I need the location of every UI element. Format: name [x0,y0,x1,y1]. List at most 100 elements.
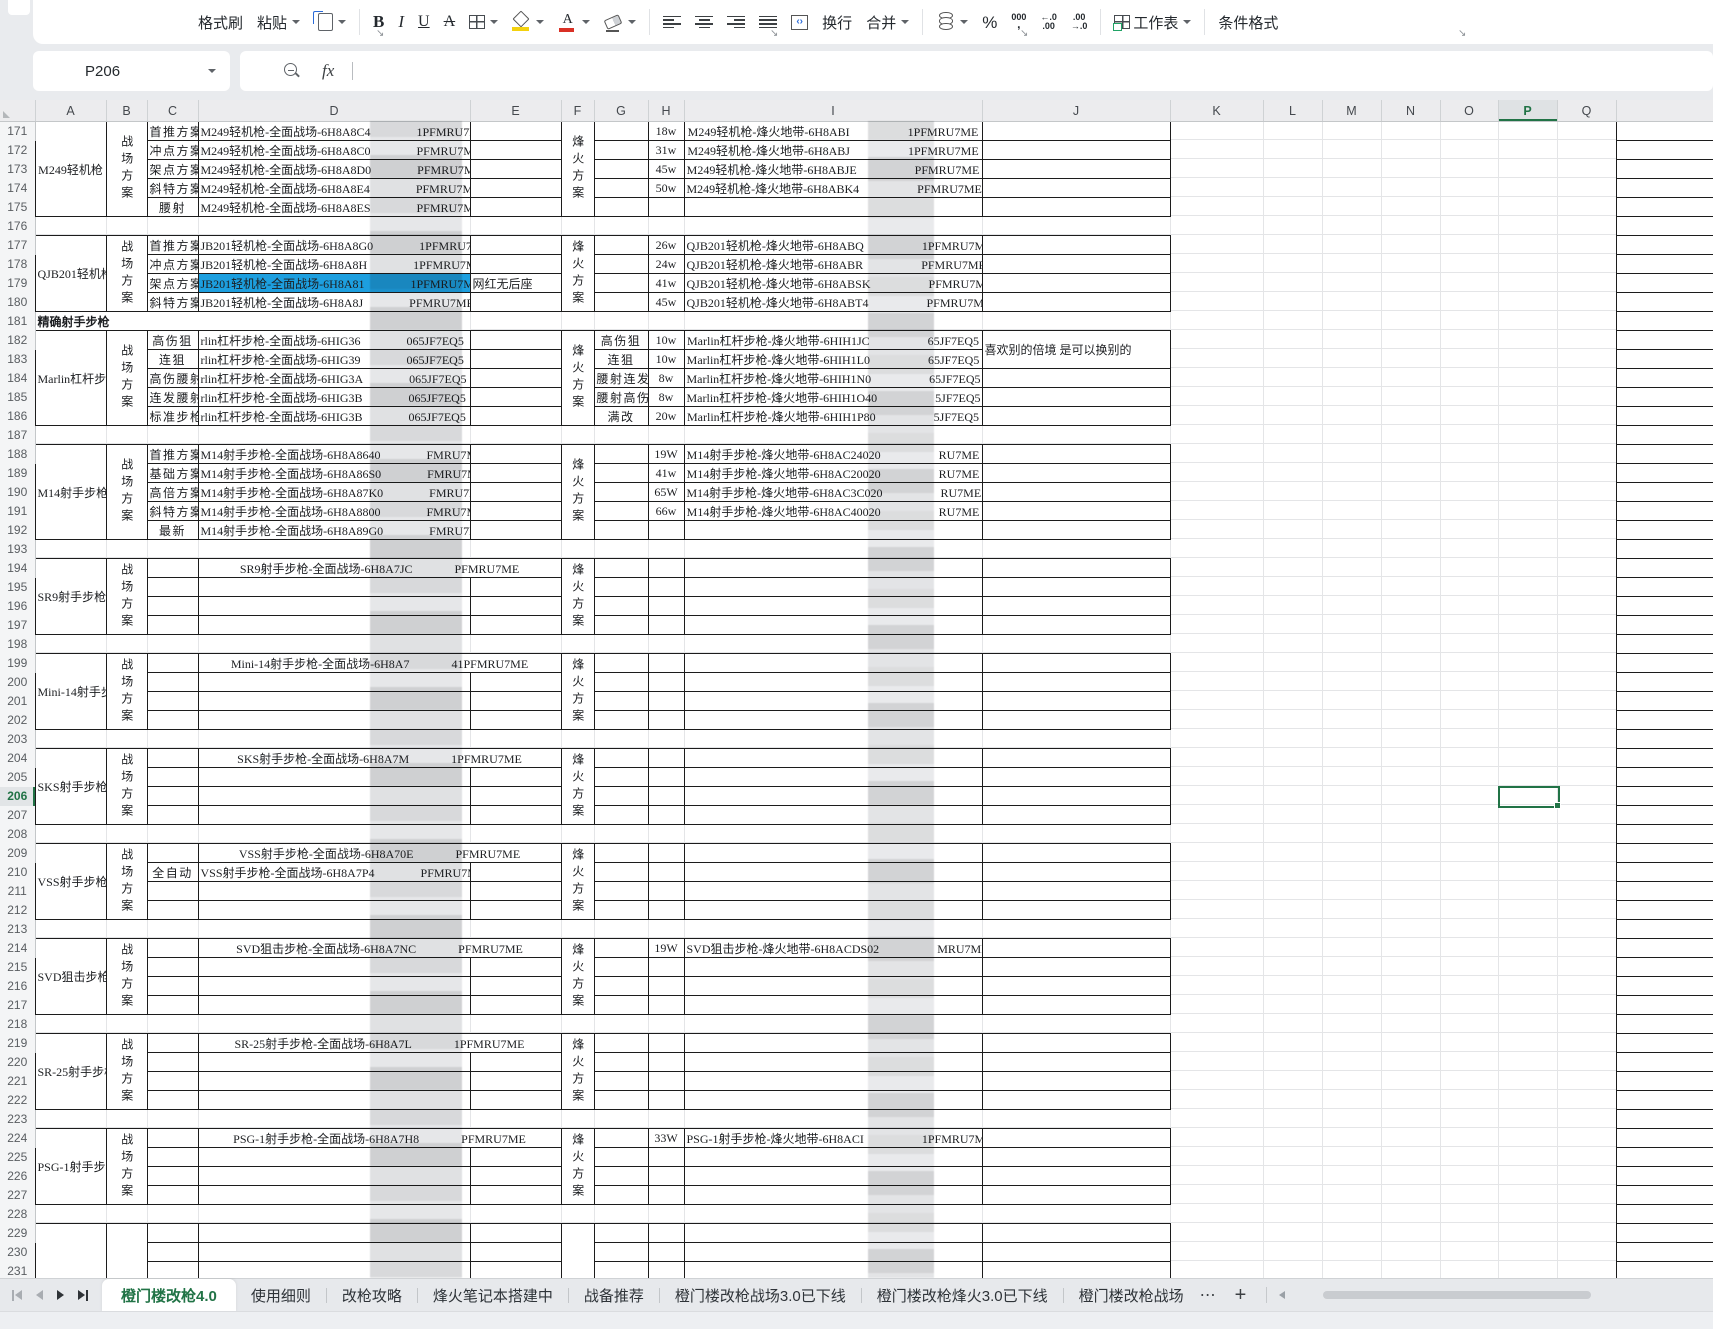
grid-cell[interactable] [593,1242,649,1262]
row-header-219[interactable]: 219 [0,1033,36,1053]
row-header-209[interactable]: 209 [0,843,36,863]
grid-cell[interactable] [147,920,198,939]
grid-cell[interactable] [593,1052,649,1072]
grid-cell[interactable] [470,825,561,844]
grid-cell[interactable] [683,1242,983,1262]
grid-cell[interactable] [1615,273,1713,293]
grid-cell[interactable] [1322,179,1381,198]
grid-cell[interactable] [1557,559,1616,578]
grid-cell[interactable]: 冲点方案 [146,254,199,274]
grid-cell[interactable] [981,596,1171,616]
grid-cell[interactable] [1381,616,1440,635]
grid-cell[interactable]: JB201轻机枪-全面战场-6H8A8G01PFMRU7ME [197,235,471,255]
grid-cell[interactable] [1322,692,1381,711]
grid-cell[interactable] [1263,977,1322,996]
grid-cell[interactable] [35,920,106,939]
grid-cell[interactable] [1381,388,1440,407]
align-center-button[interactable] [688,5,720,39]
grid-cell[interactable] [1557,673,1616,692]
grid-cell[interactable] [593,577,649,597]
grid-cell[interactable] [1263,901,1322,920]
grid-cell[interactable]: 烽火方案 [560,235,595,312]
grid-cell[interactable] [1170,521,1263,540]
grid-cell[interactable] [981,387,1171,407]
sheet-tab-8[interactable]: 橙门楼改枪战场 [1064,1279,1190,1312]
grid-cell[interactable] [1557,749,1616,768]
grid-cell[interactable] [593,463,649,483]
row-header-198[interactable]: 198 [0,634,36,654]
grid-cell[interactable] [1498,920,1557,939]
grid-cell[interactable] [1322,1148,1381,1167]
grid-cell[interactable] [35,1205,106,1224]
grid-cell[interactable] [1322,749,1381,768]
grid-cell[interactable] [1322,1243,1381,1262]
grid-cell[interactable] [981,1185,1171,1205]
more-sheets-button[interactable]: ⋯ [1190,1285,1227,1305]
grid-cell[interactable] [1557,1243,1616,1262]
grid-cell[interactable]: VSS射手步枪-全面战场-6H8A70E PFMRU7ME [197,843,562,863]
grid-cell[interactable] [594,1015,648,1034]
grid-cell[interactable] [1615,805,1713,825]
clear-button[interactable] [597,5,643,39]
grid-cell[interactable] [1557,1129,1616,1148]
grid-cell[interactable] [684,635,982,654]
grid-cell[interactable] [469,862,562,882]
grid-cell[interactable] [981,159,1171,179]
grid-cell[interactable] [1263,692,1322,711]
grid-cell[interactable] [197,995,471,1015]
grid-cell[interactable] [1440,1015,1498,1034]
grid-cell[interactable] [1263,749,1322,768]
grid-cell[interactable] [1498,483,1557,502]
wrap-text-button[interactable]: 换行 [815,5,859,39]
grid-cell[interactable] [1263,255,1322,274]
grid-cell[interactable]: SVD狙击步枪-全面战场-6H8A7NC PFMRU7ME [197,938,562,958]
grid-cell[interactable] [1498,692,1557,711]
grid-cell[interactable] [1322,939,1381,958]
grid-cell[interactable]: 19W [647,444,685,464]
row-header-214[interactable]: 214 [0,938,36,958]
grid-cell[interactable] [1498,901,1557,920]
grid-cell[interactable]: JB201轻机枪-全面战场-6H8A81 1PFMRU7M [197,273,471,293]
grid-cell[interactable] [1170,369,1263,388]
grid-cell[interactable]: 10w [647,349,685,369]
grid-cell[interactable] [469,292,562,312]
grid-cell[interactable] [1557,1072,1616,1091]
grid-cell[interactable]: JB201轻机枪-全面战场-6H8A8J PFMRU7ME [197,292,471,312]
grid-cell[interactable] [684,825,982,844]
grid-cell[interactable] [1381,312,1440,331]
row-header-221[interactable]: 221 [0,1071,36,1091]
grid-cell[interactable] [1498,521,1557,540]
grid-cell[interactable] [469,957,562,977]
grid-cell[interactable] [1440,901,1498,920]
grid-cell[interactable] [197,976,471,996]
grid-cell[interactable] [1170,350,1263,369]
group-expand-icon[interactable]: ↘ [1458,28,1466,39]
grid-cell[interactable] [469,710,562,730]
grid-cell[interactable] [1498,958,1557,977]
grid-cell[interactable] [1170,787,1263,806]
grid-cell[interactable] [683,748,983,768]
grid-cell[interactable] [1381,673,1440,692]
grid-cell[interactable] [593,273,649,293]
grid-cell[interactable] [1440,578,1498,597]
grid-cell[interactable] [1170,1148,1263,1167]
grid-cell[interactable]: 31w [647,140,685,160]
grid-cell[interactable] [1498,825,1557,844]
column-header-D[interactable]: D [198,100,471,122]
grid-cell[interactable]: 首推方案 [146,235,199,255]
grid-cell[interactable] [1170,616,1263,635]
grid-cell[interactable] [106,540,147,559]
grid-cell[interactable] [1381,1148,1440,1167]
grid-cell[interactable] [198,920,470,939]
grid-cell[interactable] [1263,920,1322,939]
grid-cell[interactable] [1498,616,1557,635]
grid-cell[interactable] [683,1261,983,1278]
grid-cell[interactable] [469,1242,562,1262]
grid-cell[interactable] [593,767,649,787]
grid-cell[interactable] [1170,1186,1263,1205]
row-header-177[interactable]: 177 [0,235,36,255]
grid-cell[interactable] [981,938,1171,958]
grid-cell[interactable] [593,501,649,521]
grid-cell[interactable] [1263,616,1322,635]
grid-cell[interactable] [1440,255,1498,274]
